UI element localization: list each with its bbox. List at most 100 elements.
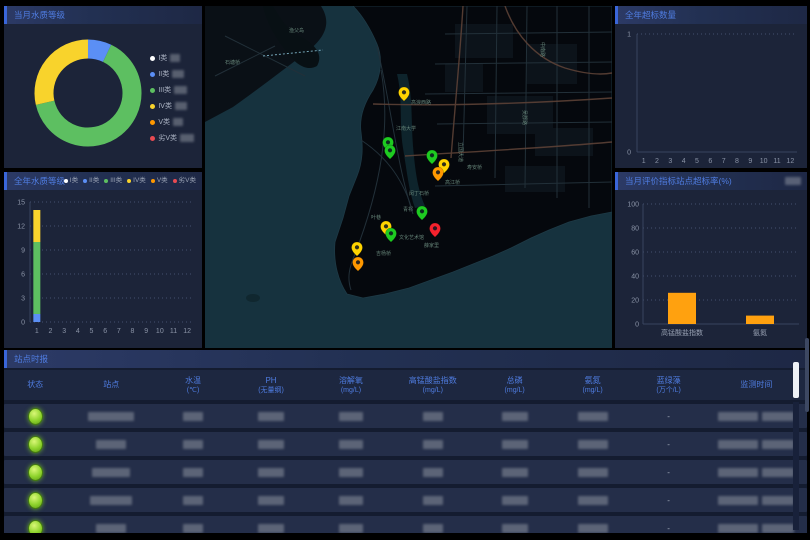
value-cell-masked	[156, 496, 230, 505]
legend-item[interactable]: III类	[104, 172, 122, 190]
legend-label: III类	[158, 85, 171, 95]
legend-item[interactable]: I类	[150, 50, 194, 66]
time-cell-masked	[706, 468, 807, 477]
legend-item[interactable]: IV类	[127, 172, 146, 190]
value-cell-masked	[554, 524, 632, 533]
value-cell-masked	[390, 412, 476, 421]
header-accent-bar	[615, 6, 618, 24]
table-column-header: 总磷(mg/L)	[476, 376, 554, 395]
legend-item[interactable]: II类	[150, 66, 194, 82]
svg-text:立国大道: 立国大道	[457, 142, 464, 162]
svg-text:20: 20	[631, 298, 639, 305]
legend-value-masked	[170, 54, 180, 62]
svg-text:9: 9	[144, 328, 148, 335]
legend-item[interactable]: V类	[151, 172, 168, 190]
legend-item[interactable]: IV类	[150, 98, 194, 114]
station-cell	[66, 496, 156, 505]
page-scrollbar-thumb[interactable]	[805, 338, 809, 412]
legend-item[interactable]: 劣V类	[173, 172, 196, 190]
legend-label: IV类	[158, 101, 172, 111]
svg-text:5: 5	[695, 158, 699, 165]
value-cell-masked	[312, 496, 390, 505]
legend-item[interactable]: III类	[150, 82, 194, 98]
svg-text:吉杨桥: 吉杨桥	[376, 250, 391, 257]
table-column-header: PH(无量纲)	[230, 376, 312, 395]
table-header-row: 状态站点水温(℃)PH(无量纲)溶解氧(mg/L)高锰酸盐指数(mg/L)总磷(…	[4, 370, 807, 400]
legend-item[interactable]: I类	[64, 172, 78, 190]
legend-value-masked	[175, 102, 187, 110]
svg-text:60: 60	[631, 250, 639, 257]
legend-dot	[104, 179, 108, 183]
table-column-header: 水温(℃)	[156, 376, 230, 395]
table-row[interactable]: -	[4, 488, 807, 512]
value-cell-masked	[230, 524, 312, 533]
svg-text:石塘桥: 石塘桥	[225, 59, 240, 66]
annual-exceed-chart[interactable]: 10123456789101112	[615, 24, 807, 168]
panel-title-monthly-grade: 当月水质等级	[14, 10, 65, 20]
status-led-green	[28, 464, 43, 481]
svg-text:吴郡路: 吴郡路	[521, 110, 528, 125]
legend-label: 劣V类	[158, 133, 177, 143]
legend-dot	[83, 179, 87, 183]
table-column-header: 溶解氧(mg/L)	[312, 376, 390, 395]
svg-text:0: 0	[21, 320, 25, 327]
legend-item[interactable]: V类	[150, 114, 194, 130]
panel-header: 当月评价指标站点超标率(%)	[615, 172, 807, 190]
legend-dot	[173, 179, 177, 183]
value-cell-masked	[554, 412, 632, 421]
header-accent-bar	[4, 350, 7, 368]
status-cell	[4, 520, 66, 534]
svg-text:11: 11	[773, 158, 780, 165]
value-cell-masked	[476, 496, 554, 505]
legend-dot	[150, 56, 155, 61]
legend-value-masked	[173, 118, 183, 126]
legend-item[interactable]: II类	[83, 172, 99, 190]
value-cell-masked	[230, 468, 312, 477]
svg-text:10: 10	[760, 158, 768, 165]
svg-text:0: 0	[627, 150, 631, 157]
table-row[interactable]: -	[4, 460, 807, 484]
map-islet	[246, 294, 260, 302]
table-row[interactable]: -	[4, 432, 807, 456]
panel-header: 全年超标数量	[615, 6, 807, 24]
table-scrollbar-track[interactable]	[793, 402, 799, 530]
value-cell-masked	[476, 412, 554, 421]
station-cell	[66, 524, 156, 533]
svg-text:闵丁石桥: 闵丁石桥	[409, 190, 429, 197]
panel-header: 当月水质等级	[4, 6, 202, 24]
annual-grade-bar-chart[interactable]: 03691215123456789101112	[4, 190, 202, 348]
svg-text:11: 11	[170, 328, 177, 335]
svg-text:6: 6	[103, 328, 107, 335]
value-cell-masked	[156, 440, 230, 449]
value-cell-masked	[476, 440, 554, 449]
algae-cell: -	[632, 468, 706, 477]
legend-value-masked	[174, 86, 187, 94]
monthly-rate-bar-chart[interactable]: 020406080100高锰酸盐指数氨氮	[615, 190, 807, 348]
table-row[interactable]: -	[4, 516, 807, 533]
algae-cell: -	[632, 412, 706, 421]
panel-link-masked[interactable]	[785, 177, 801, 185]
table-row[interactable]: -	[4, 404, 807, 428]
svg-text:叶巷: 叶巷	[371, 214, 381, 221]
city-map[interactable]: 石塘桥渔父岛高浪西路江南大学立国大道寿安桥吴郡路中南路闵丁石桥高江桥叶巷青祁文化…	[205, 6, 612, 348]
panel-monthly-grade: 当月水质等级 I类II类 III类 IV类 V类劣V类	[4, 6, 202, 168]
legend-label: V类	[158, 117, 170, 127]
panel-title-station-table: 站点时报	[14, 354, 48, 364]
svg-text:薛家里: 薛家里	[424, 242, 439, 249]
value-cell-masked	[156, 468, 230, 477]
svg-text:8: 8	[735, 158, 739, 165]
table-scrollbar-thumb[interactable]	[793, 362, 799, 398]
legend-item[interactable]: 劣V类	[150, 130, 194, 146]
svg-text:4: 4	[682, 158, 686, 165]
legend-value-masked	[172, 70, 184, 78]
panel-title-annual-exceed: 全年超标数量	[625, 10, 676, 20]
status-cell	[4, 464, 66, 481]
algae-cell: -	[632, 496, 706, 505]
header-accent-bar	[615, 172, 618, 190]
svg-text:40: 40	[631, 274, 639, 281]
panel-header: 全年水质等级 I类II类III类IV类V类劣V类	[4, 172, 202, 190]
map-panel: 石塘桥渔父岛高浪西路江南大学立国大道寿安桥吴郡路中南路闵丁石桥高江桥叶巷青祁文化…	[205, 6, 612, 348]
algae-cell: -	[632, 440, 706, 449]
value-cell-masked	[230, 496, 312, 505]
svg-text:高锰酸盐指数: 高锰酸盐指数	[661, 328, 703, 337]
